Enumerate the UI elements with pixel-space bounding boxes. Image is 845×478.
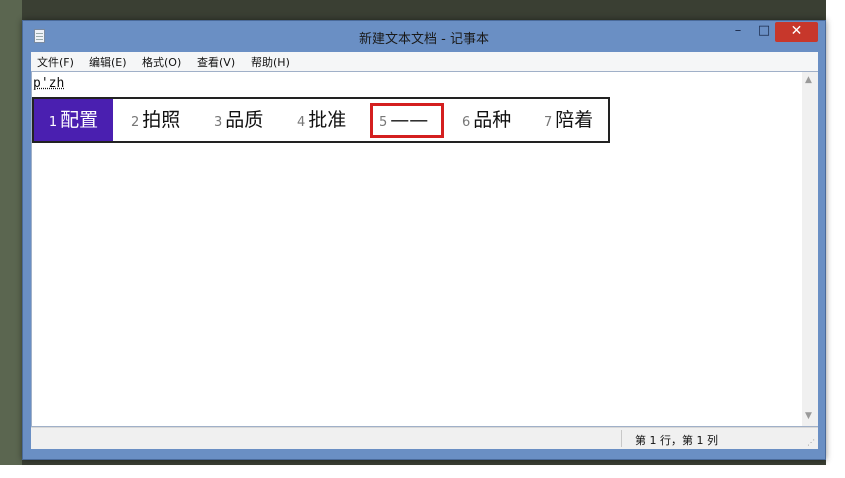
- status-divider: [621, 430, 622, 447]
- resize-grip-icon[interactable]: ⋰: [807, 438, 815, 447]
- title-bar[interactable]: 新建文本文档 - 记事本 – □ ✕: [23, 21, 825, 51]
- candidate-number: 1: [48, 115, 58, 130]
- menu-bar: 文件(F) 编辑(E) 格式(O) 查看(V) 帮助(H): [31, 52, 818, 71]
- candidate-4[interactable]: 4 批准: [297, 99, 346, 141]
- desktop-background-left: [0, 0, 22, 478]
- candidate-text: 配置: [60, 109, 99, 131]
- candidate-text: 陪着: [555, 109, 594, 131]
- menu-edit[interactable]: 编辑(E): [89, 54, 127, 70]
- text-editor[interactable]: p'zh 1 配置 2 拍照 3 品质 4 批准 5 —— 6 品种 7 陪着 ▲ ▼: [31, 71, 818, 427]
- window-title: 新建文本文档 - 记事本: [359, 32, 489, 47]
- ime-candidate-bar: 1 配置 2 拍照 3 品质 4 批准 5 —— 6 品种 7 陪着: [32, 97, 610, 143]
- menu-file[interactable]: 文件(F): [37, 54, 74, 70]
- vertical-scrollbar[interactable]: ▲ ▼: [802, 72, 818, 426]
- cursor-position: 第 1 行，第 1 列: [635, 434, 718, 447]
- candidate-number: 7: [544, 115, 553, 130]
- composition-text: p'zh: [33, 76, 65, 91]
- notepad-window: 新建文本文档 - 记事本 – □ ✕ 文件(F) 编辑(E) 格式(O) 查看(…: [22, 20, 826, 460]
- menu-view[interactable]: 查看(V): [197, 54, 235, 70]
- candidate-number: 2: [131, 115, 140, 130]
- candidate-2[interactable]: 2 拍照: [131, 99, 180, 141]
- scroll-up-icon[interactable]: ▲: [805, 75, 812, 85]
- status-bar: 第 1 行，第 1 列 ⋰: [31, 427, 818, 449]
- candidate-number: 3: [214, 115, 223, 130]
- close-button[interactable]: ✕: [775, 22, 818, 42]
- maximize-button[interactable]: □: [753, 22, 775, 42]
- candidate-7[interactable]: 7 陪着: [544, 99, 593, 141]
- candidate-text: 品种: [473, 109, 512, 131]
- menu-format[interactable]: 格式(O): [142, 54, 181, 70]
- candidate-1[interactable]: 1 配置: [34, 99, 113, 141]
- desktop-background-bottom: [0, 465, 845, 478]
- candidate-number: 4: [297, 115, 306, 130]
- candidate-number: 6: [462, 115, 471, 130]
- candidate-3[interactable]: 3 品质: [214, 99, 263, 141]
- candidate-text: 品质: [225, 109, 264, 131]
- minimize-button[interactable]: –: [727, 22, 749, 42]
- highlight-outline: [370, 103, 444, 138]
- menu-help[interactable]: 帮助(H): [251, 54, 290, 70]
- scroll-down-icon[interactable]: ▼: [805, 411, 812, 421]
- candidate-text: 拍照: [142, 109, 181, 131]
- candidate-6[interactable]: 6 品种: [462, 99, 511, 141]
- desktop-background-right: [826, 0, 845, 478]
- candidate-text: 批准: [308, 109, 347, 131]
